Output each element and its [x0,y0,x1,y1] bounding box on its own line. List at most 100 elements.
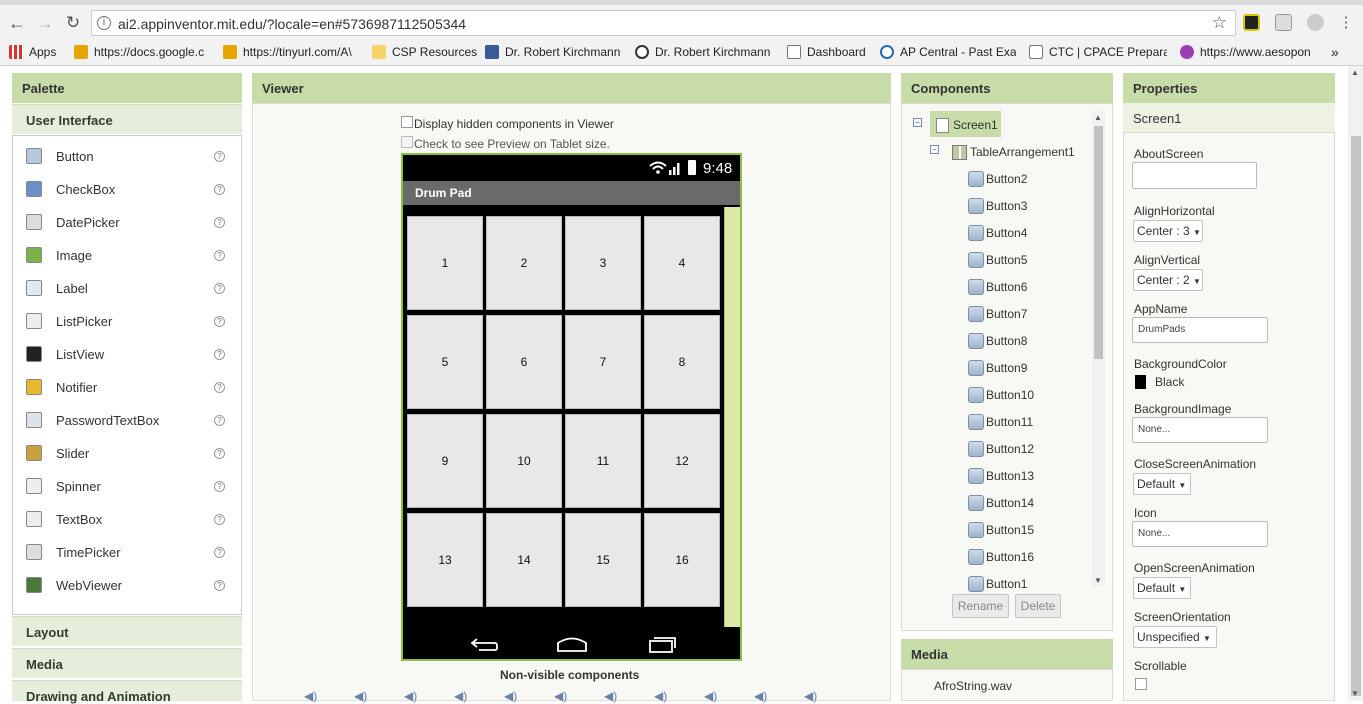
palette-item-image[interactable]: Image? [14,240,239,270]
background-color-value[interactable]: Black [1155,375,1184,389]
tree-node-button9[interactable]: Button9 [968,357,1027,379]
collapse-screen-toggle[interactable]: − [913,118,922,127]
tree-node-button6[interactable]: Button6 [968,276,1027,298]
help-icon[interactable]: ? [214,447,225,459]
tree-node-button4[interactable]: Button4 [968,222,1027,244]
palette-category-user-interface[interactable]: User Interface [12,104,242,134]
drum-pad-button[interactable]: 1 [407,216,483,310]
palette-item-listview[interactable]: ListView? [14,339,239,369]
bookmark-docs[interactable]: https://docs.google.c [74,43,214,61]
drum-pad-button[interactable]: 13 [407,513,483,607]
drum-pad-button[interactable]: 10 [486,414,562,508]
close-screen-animation-select[interactable]: Default ▼ [1133,473,1191,495]
palette-item-textbox[interactable]: TextBox? [14,504,239,534]
tree-node-button8[interactable]: Button8 [968,330,1027,352]
tree-node-tablearrangement1[interactable]: TableArrangement1 [952,141,1075,163]
help-icon[interactable]: ? [214,414,225,426]
drum-pad-button[interactable]: 14 [486,513,562,607]
scroll-up-icon[interactable]: ▲ [1094,113,1102,122]
help-icon[interactable]: ? [214,381,225,393]
drum-pad-button[interactable]: 4 [644,216,720,310]
components-scroll-thumb[interactable] [1094,126,1103,359]
bookmark-dashboard[interactable]: Dashboard [787,43,866,61]
star-icon[interactable]: ☆ [1212,13,1227,33]
tablet-preview-checkbox[interactable] [401,136,413,148]
tree-node-button13[interactable]: Button13 [968,465,1034,487]
palette-item-button[interactable]: Button? [14,141,239,171]
help-icon[interactable]: ? [214,513,225,525]
delete-button[interactable]: Delete [1015,594,1061,618]
scrollable-checkbox[interactable] [1135,678,1147,690]
palette-item-slider[interactable]: Slider? [14,438,239,468]
tree-node-button5[interactable]: Button5 [968,249,1027,271]
drum-pad-button[interactable]: 3 [565,216,641,310]
align-horizontal-select[interactable]: Center : 3 ▼ [1133,220,1203,242]
palette-item-timepicker[interactable]: TimePicker? [14,537,239,567]
background-image-picker[interactable]: None... [1132,417,1268,443]
page-scroll-thumb[interactable] [1351,136,1361,696]
hidden-components-checkbox[interactable] [401,116,413,128]
palette-category-drawing[interactable]: Drawing and Animation [12,680,242,704]
align-vertical-select[interactable]: Center : 2 ▼ [1133,269,1203,291]
tree-node-button15[interactable]: Button15 [968,519,1034,541]
back-icon[interactable]: ← [6,12,28,34]
palette-item-passwordtextbox[interactable]: PasswordTextBox? [14,405,239,435]
tree-node-button10[interactable]: Button10 [968,384,1034,406]
drum-pad-button[interactable]: 15 [565,513,641,607]
color-swatch-icon[interactable] [1135,375,1146,389]
bookmark-ap-central[interactable]: AP Central - Past Exa [880,43,1016,61]
forward-icon[interactable]: → [34,12,56,34]
help-icon[interactable]: ? [214,546,225,558]
reload-icon[interactable]: ↻ [62,12,84,34]
help-icon[interactable]: ? [214,480,225,492]
drum-pad-button[interactable]: 5 [407,315,483,409]
help-icon[interactable]: ? [214,249,225,261]
tree-node-button2[interactable]: Button2 [968,168,1027,190]
tree-node-button7[interactable]: Button7 [968,303,1027,325]
drum-pad-button[interactable]: 11 [565,414,641,508]
palette-category-layout[interactable]: Layout [12,616,242,646]
menu-icon[interactable]: ⋮ [1335,12,1357,34]
scroll-down-icon[interactable]: ▼ [1094,576,1102,585]
help-icon[interactable]: ? [214,348,225,360]
help-icon[interactable]: ? [214,315,225,327]
app-name-input[interactable]: DrumPads [1132,317,1268,343]
media-file-afrostring[interactable]: AfroString.wav [934,679,1012,693]
about-screen-textarea[interactable] [1132,162,1257,189]
palette-item-spinner[interactable]: Spinner? [14,471,239,501]
page-scroll-up-icon[interactable]: ▲ [1351,68,1359,77]
drum-pad-button[interactable]: 7 [565,315,641,409]
palette-item-listpicker[interactable]: ListPicker? [14,306,239,336]
open-screen-animation-select[interactable]: Default ▼ [1133,577,1191,599]
bookmark-tinyurl[interactable]: https://tinyurl.com/A\ [223,43,357,61]
drum-pad-button[interactable]: 8 [644,315,720,409]
screen-orientation-select[interactable]: Unspecified ▼ [1133,626,1217,648]
bookmark-kirchmann-quora[interactable]: Dr. Robert Kirchmann [635,43,773,61]
bookmark-csp-resources[interactable]: CSP Resources [372,43,477,61]
bookmarks-more[interactable]: » [1331,43,1339,61]
help-icon[interactable]: ? [214,183,225,195]
palette-item-datepicker[interactable]: DatePicker? [14,207,239,237]
help-icon[interactable]: ? [214,282,225,294]
drum-pad-button[interactable]: 9 [407,414,483,508]
help-icon[interactable]: ? [214,150,225,162]
tree-node-button3[interactable]: Button3 [968,195,1027,217]
tree-node-button14[interactable]: Button14 [968,492,1034,514]
address-bar[interactable]: i ai2.appinventor.mit.edu/?locale=en#573… [91,10,1236,36]
rename-button[interactable]: Rename [952,594,1009,618]
bookmark-apps[interactable]: Apps [9,43,56,61]
palette-item-label[interactable]: Label? [14,273,239,303]
bookmark-aesop[interactable]: https://www.aesopon [1180,43,1318,61]
palette-category-media[interactable]: Media [12,648,242,678]
tree-node-button16[interactable]: Button16 [968,546,1034,568]
extension-circle-icon[interactable] [1307,14,1324,31]
tree-node-button1[interactable]: Button1 [968,573,1027,595]
tree-node-button12[interactable]: Button12 [968,438,1034,460]
bookmark-kirchmann-fb[interactable]: Dr. Robert Kirchmann [485,43,623,61]
tree-node-button11[interactable]: Button11 [968,411,1033,433]
drum-pad-button[interactable]: 2 [486,216,562,310]
extension-doc-icon[interactable] [1275,14,1292,31]
drum-pad-button[interactable]: 6 [486,315,562,409]
help-icon[interactable]: ? [214,579,225,591]
palette-item-webviewer[interactable]: WebViewer? [14,570,239,600]
